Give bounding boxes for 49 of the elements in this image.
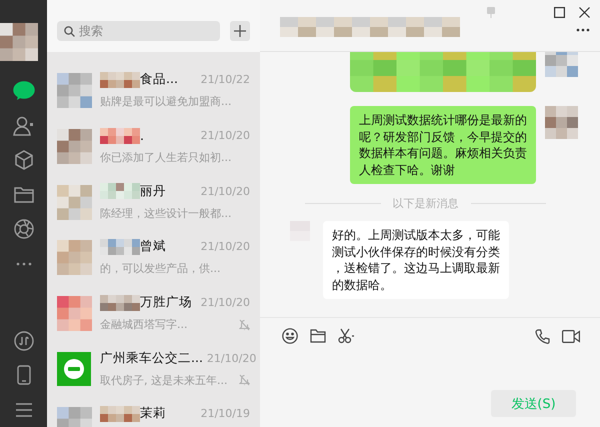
- chat-list-item[interactable]: 曾斌 21/10/20 的，可以发些产品，供...: [47, 230, 260, 286]
- chat-icon[interactable]: [12, 81, 34, 102]
- scissors-icon[interactable]: [338, 328, 355, 344]
- contact-name: 丽丹: [140, 182, 166, 200]
- folder-icon[interactable]: [310, 329, 326, 343]
- phone-icon[interactable]: [535, 328, 550, 344]
- message-preview: 取代房子, 这是未来五年...: [100, 372, 228, 388]
- chat-list-item[interactable]: 食品... 21/10/22 贴牌是最可以避免加盟商...: [47, 63, 260, 119]
- message-time: 21/10/20: [200, 184, 250, 198]
- chat-list-item[interactable]: . 21/10/20 你已添加了人生若只如初...: [47, 118, 260, 174]
- close-icon[interactable]: [579, 6, 590, 18]
- chat-list-item[interactable]: 茉莉 21/10/19: [47, 397, 260, 427]
- message-preview: 的，可以发些产品，供...: [100, 261, 220, 276]
- message-preview: 贴牌是最可以避免加盟商...: [100, 94, 232, 110]
- message-time: 21/10/22: [200, 73, 250, 86]
- more-icon[interactable]: [16, 262, 32, 266]
- contact-name: 茉莉: [140, 405, 166, 422]
- new-messages-divider: 以下是新消息: [392, 196, 458, 211]
- message-bubble: 上周测试数据统计哪份是最新的呢？研发部门反馈，今早提交的数据样本有问题。麻烦相关负责人检查下哈。谢谢: [350, 106, 536, 184]
- contact-name: .: [140, 128, 144, 144]
- message-preview: 陈经理，这些设计一般都...: [100, 206, 232, 221]
- message-preview: 你已添加了人生若只如初...: [100, 150, 232, 166]
- search-field[interactable]: 搜索: [57, 21, 220, 41]
- contact-name: 万胜广场: [140, 294, 192, 312]
- message-bubble: 好的。上周测试版本太多，可能测试小伙伴保存的时候没有分类，送检错了。这边马上调取最新的数据哈。: [323, 221, 509, 299]
- chat-list-item[interactable]: 广州乘车公交二... 21/10/20 取代房子, 这是未来五年...: [47, 341, 260, 398]
- contact-name: 曾斌: [140, 238, 166, 256]
- message-preview: 金融城西塔写字...: [100, 317, 188, 332]
- contact-name: 广州乘车公交二...: [100, 350, 203, 367]
- cube-icon[interactable]: [14, 150, 34, 170]
- aperture-icon[interactable]: [14, 219, 34, 240]
- video-call-icon[interactable]: [562, 330, 580, 342]
- contact-name: 食品...: [140, 71, 178, 88]
- emoji-icon[interactable]: [282, 328, 298, 344]
- message-time: 21/10/20: [200, 240, 250, 254]
- app-logo-icon: [57, 352, 91, 386]
- maximize-icon[interactable]: [554, 6, 565, 18]
- phone-icon[interactable]: [16, 365, 30, 386]
- chat-list-item[interactable]: 丽丹 21/10/20 陈经理，这些设计一般都...: [47, 174, 260, 230]
- menu-icon[interactable]: [16, 402, 32, 417]
- message-time: 21/10/19: [200, 407, 250, 420]
- message-time: 21/10/20: [200, 296, 250, 310]
- folder-icon[interactable]: [14, 186, 34, 204]
- contacts-icon[interactable]: [12, 116, 34, 136]
- chat-list-item[interactable]: 万胜广场 21/10/20 金融城西塔写字...: [47, 286, 260, 342]
- more-icon[interactable]: [576, 28, 590, 32]
- message-time: 21/10/20: [206, 352, 256, 365]
- message-time: 21/10/20: [200, 129, 250, 142]
- add-button[interactable]: [230, 21, 250, 41]
